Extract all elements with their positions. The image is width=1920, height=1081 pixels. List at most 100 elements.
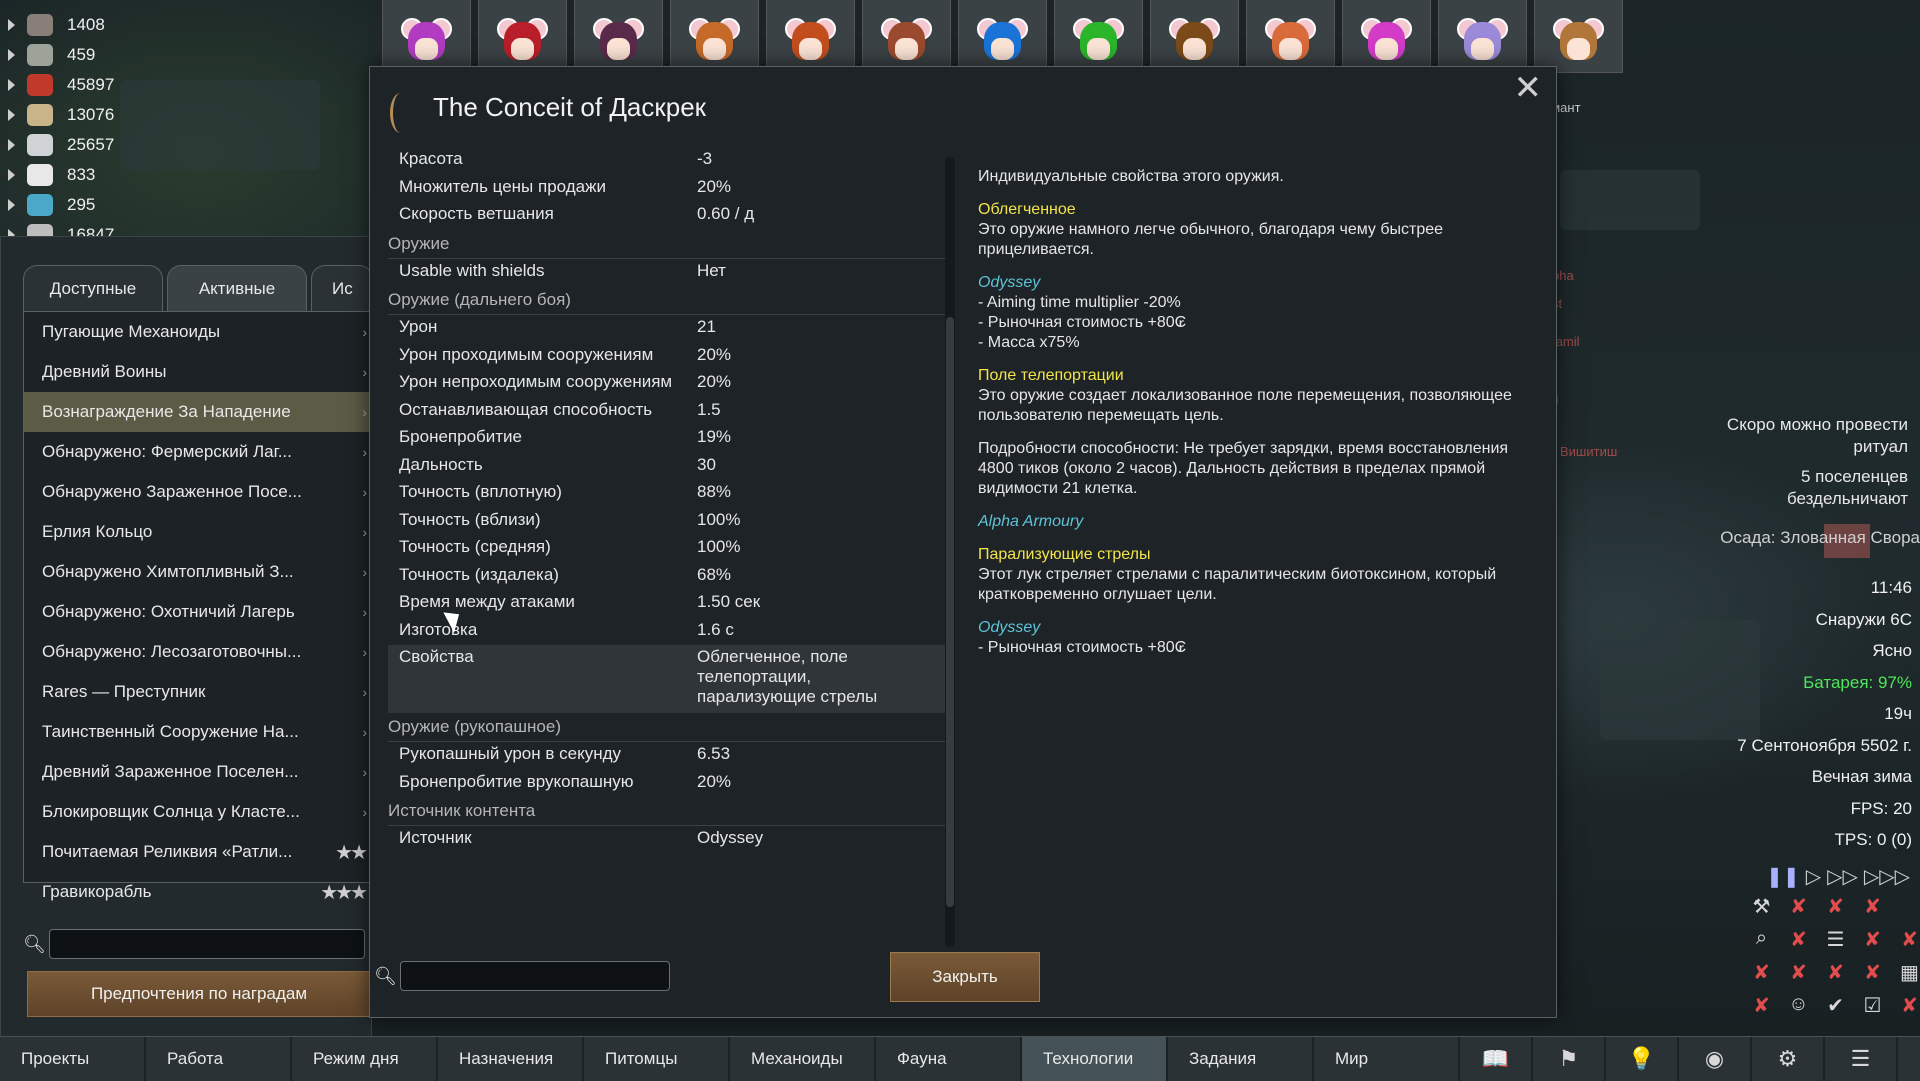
colonist-portrait[interactable] — [574, 0, 663, 73]
pawn-toggle-icon[interactable]: ✘ — [1817, 894, 1854, 919]
alert-ritual[interactable]: Скоро можно провести ритуал — [1678, 414, 1908, 458]
colonist-portrait[interactable] — [1534, 0, 1623, 73]
weapon-toggle-icon[interactable]: ✘ — [1891, 993, 1920, 1018]
factions-icon[interactable]: ⚑ — [1533, 1037, 1606, 1081]
colonist-portrait[interactable] — [478, 0, 567, 73]
map-pawn-label[interactable]: Вишитиш — [1560, 444, 1617, 459]
lightbulb-icon[interactable]: 💡 — [1606, 1037, 1679, 1081]
expand-arrow-icon[interactable] — [8, 199, 15, 211]
main-tab-button[interactable]: Назначения — [438, 1037, 584, 1081]
main-tab-button[interactable]: Технологии — [1022, 1037, 1168, 1081]
book-icon[interactable]: 📖 — [1460, 1037, 1533, 1081]
stat-row[interactable]: Источник Odyssey — [388, 826, 946, 854]
resource-row[interactable]: 1408 — [0, 10, 160, 40]
hammer-icon[interactable]: ⚒ — [1743, 894, 1780, 919]
stat-row[interactable]: Скорость ветшания 0.60 / д — [388, 202, 946, 230]
stat-row[interactable]: Урон 21 — [388, 315, 946, 343]
expand-arrow-icon[interactable] — [8, 169, 15, 181]
stats-scrollbar[interactable] — [945, 157, 955, 947]
expand-arrow-icon[interactable] — [8, 49, 15, 61]
resource-row[interactable]: 833 — [0, 160, 160, 190]
stat-row[interactable]: Бронепробитие 19% — [388, 425, 946, 453]
stat-row[interactable]: Останавливающая способность 1.5 — [388, 398, 946, 426]
quest-tab[interactable]: Доступные — [23, 265, 163, 312]
quest-item[interactable]: Древний Зараженное Поселен... › — [24, 752, 369, 792]
expand-arrow-icon[interactable] — [8, 19, 15, 31]
quest-tab[interactable]: Активные — [167, 265, 307, 312]
stat-row[interactable]: Usable with shields Нет — [388, 259, 946, 287]
quest-item[interactable]: Таинственный Сооружение На... › — [24, 712, 369, 752]
colonist-portrait[interactable] — [1150, 0, 1239, 73]
resource-row[interactable]: 13076 — [0, 100, 160, 130]
list-toggle-icon[interactable]: ☰ — [1817, 927, 1854, 952]
quest-item[interactable]: Обнаружено: Лесозаготовочны... › — [24, 632, 369, 672]
main-tab-button[interactable]: Питомцы — [584, 1037, 730, 1081]
close-button[interactable]: Закрыть — [890, 952, 1040, 1002]
quest-item[interactable]: Пугающие Механоиды › — [24, 312, 369, 352]
expand-arrow-icon[interactable] — [8, 139, 15, 151]
main-tab-button[interactable]: Задания — [1168, 1037, 1314, 1081]
tools-toggle-icon[interactable]: ✘ — [1891, 927, 1920, 952]
stat-row[interactable]: Изготовка 1.6 с — [388, 618, 946, 646]
stat-row[interactable]: Урон проходимым сооружениям 20% — [388, 343, 946, 371]
colonist-portrait[interactable] — [382, 0, 471, 73]
inspect-icon[interactable]: ⚙ — [1752, 1037, 1825, 1081]
expand-arrow-icon[interactable] — [8, 109, 15, 121]
quest-item[interactable]: Rares — Преступник › — [24, 672, 369, 712]
siege-alert[interactable]: Осада: Злованная Свора — [1720, 528, 1920, 548]
colonist-portrait[interactable] — [1438, 0, 1527, 73]
main-tab-button[interactable]: Режим дня — [292, 1037, 438, 1081]
quest-item[interactable]: Обнаружено: Фермерский Лаг... › — [24, 432, 369, 472]
colonist-portrait[interactable] — [958, 0, 1047, 73]
quest-item[interactable]: Блокировщик Солнца у Класте... › — [24, 792, 369, 832]
menu-icon[interactable]: ☰ — [1825, 1037, 1898, 1081]
stat-row[interactable]: Точность (издалека) 68% — [388, 563, 946, 591]
balloon-toggle-icon[interactable]: ✘ — [1854, 894, 1891, 919]
colonist-portrait[interactable] — [1054, 0, 1143, 73]
quest-item[interactable]: Почитаемая Реликвия «Ратли... ★★ — [24, 832, 369, 872]
speed-superfast-icon[interactable]: ▷▷▷ — [1864, 864, 1910, 889]
user-toggle-icon[interactable]: ☺ — [1780, 993, 1817, 1018]
pause-icon[interactable]: ❚❚ — [1766, 864, 1800, 889]
magnifier-icon[interactable]: ⌕ — [1743, 927, 1780, 952]
main-tab-button[interactable]: Фауна — [876, 1037, 1022, 1081]
quest-item[interactable]: Древний Воины › — [24, 352, 369, 392]
quest-item[interactable]: Обнаружено Зараженное Посе... › — [24, 472, 369, 512]
stat-row[interactable]: Точность (средняя) 100% — [388, 535, 946, 563]
stat-row[interactable]: Точность (вблизи) 100% — [388, 508, 946, 536]
stat-row[interactable]: Бронепробитие врукопашную 20% — [388, 770, 946, 798]
quest-search-input[interactable] — [49, 929, 365, 959]
quest-item[interactable]: Ерлия Кольцо › — [24, 512, 369, 552]
quest-item[interactable]: Вознаграждение За Нападение › — [24, 392, 369, 432]
quest-item[interactable]: Обнаружено: Охотничий Лагерь › — [24, 592, 369, 632]
stat-row[interactable]: Красота -3 — [388, 147, 946, 175]
scrollbar-thumb[interactable] — [946, 317, 954, 907]
world-toggle-icon[interactable]: ✘ — [1817, 960, 1854, 985]
roof-toggle-icon[interactable]: ✘ — [1854, 960, 1891, 985]
colonist-portrait[interactable] — [1246, 0, 1335, 73]
quest-tab[interactable]: Ис — [311, 265, 373, 312]
main-tab-button[interactable]: Работа — [146, 1037, 292, 1081]
stat-row[interactable]: Множитель цены продажи 20% — [388, 175, 946, 203]
stat-row[interactable]: Дальность 30 — [388, 453, 946, 481]
reward-preferences-button[interactable]: Предпочтения по наградам — [27, 971, 371, 1017]
main-tab-button[interactable]: Проекты — [0, 1037, 146, 1081]
board-toggle-icon[interactable]: ☑ — [1854, 993, 1891, 1018]
stat-row[interactable]: Точность (вплотную) 88% — [388, 480, 946, 508]
resource-row[interactable]: 45897 — [0, 70, 160, 100]
stat-row[interactable]: Время между атаками 1.50 сек — [388, 590, 946, 618]
main-tab-button[interactable]: Механоиды — [730, 1037, 876, 1081]
speed-normal-icon[interactable]: ▷ — [1806, 864, 1821, 889]
expand-arrow-icon[interactable] — [8, 79, 15, 91]
quest-item[interactable]: Обнаружено Химтопливный З... › — [24, 552, 369, 592]
colonist-portrait[interactable] — [670, 0, 759, 73]
resource-row[interactable]: 295 — [0, 190, 160, 220]
resource-row[interactable]: 25657 — [0, 130, 160, 160]
colonist-portrait[interactable] — [766, 0, 855, 73]
check-toggle-icon[interactable]: ✔ — [1817, 993, 1854, 1018]
stat-row[interactable]: Урон непроходимым сооружениям 20% — [388, 370, 946, 398]
quest-list[interactable]: Пугающие Механоиды › Древний Воины › Вознагр… — [23, 311, 370, 904]
home-toggle-icon[interactable]: ✘ — [1743, 960, 1780, 985]
close-icon[interactable]: ✕ — [1514, 71, 1543, 105]
quest-item[interactable]: Гравикорабль ★★★ — [24, 872, 369, 912]
